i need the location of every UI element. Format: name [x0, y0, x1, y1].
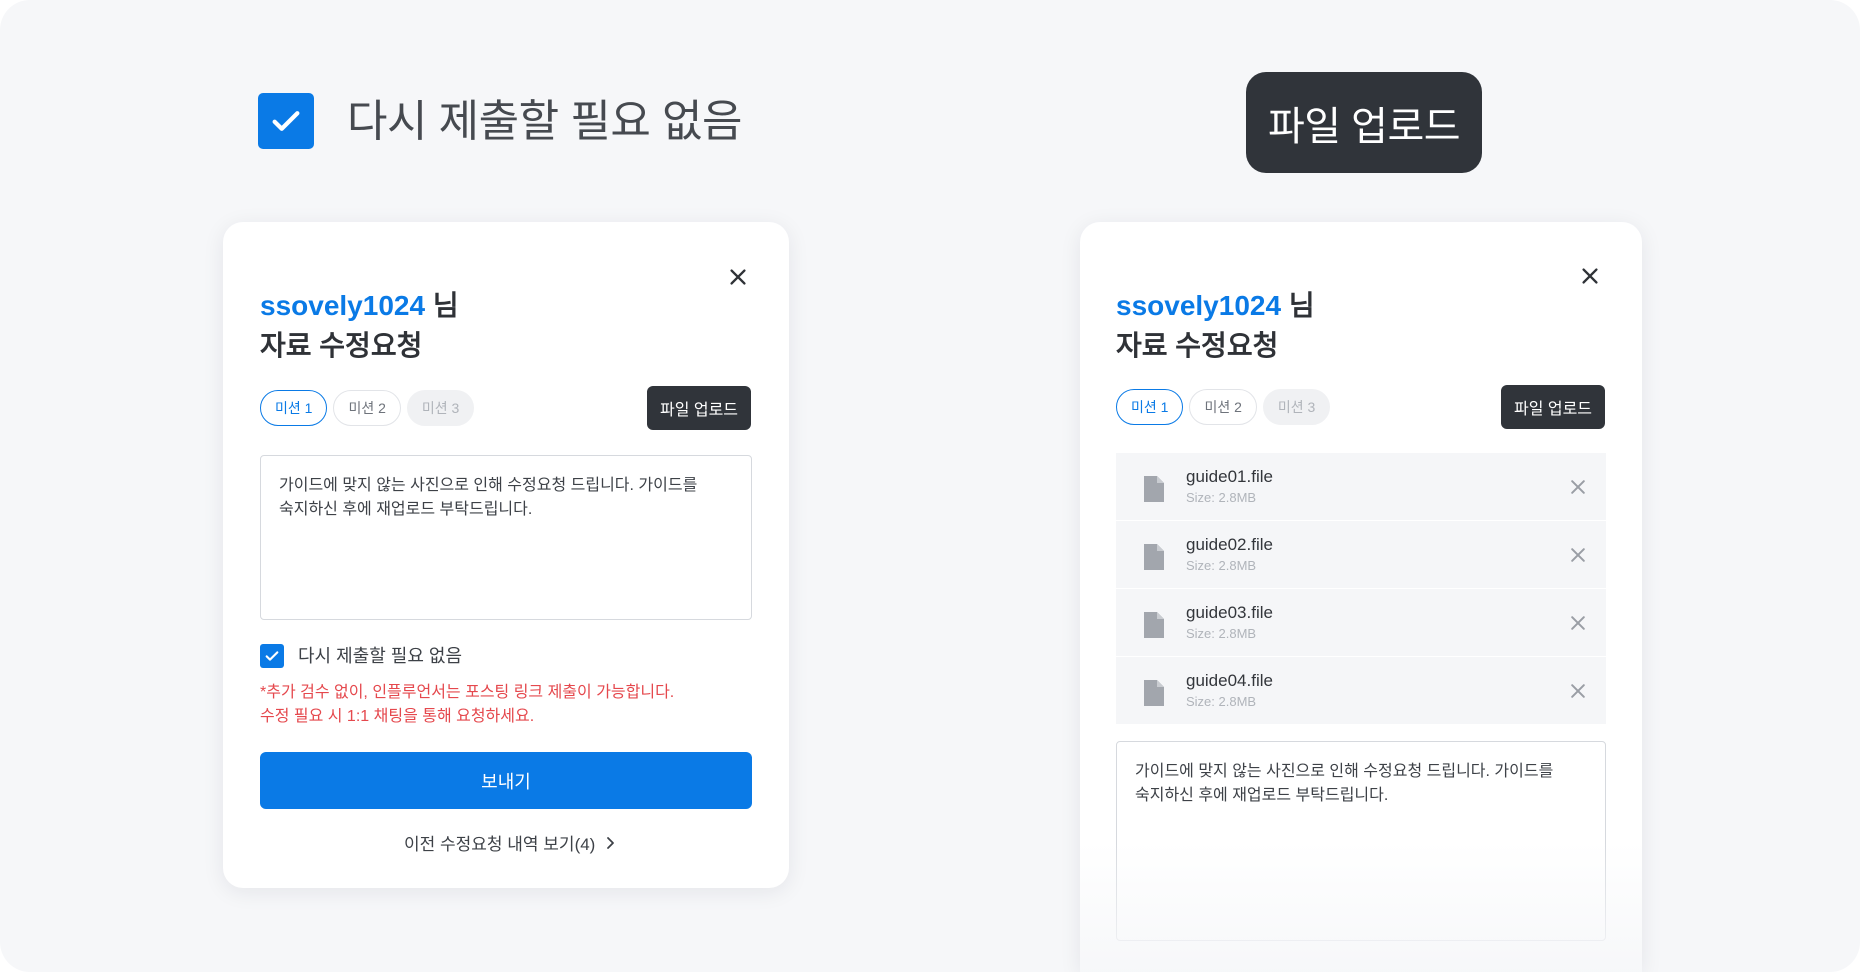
history-link-label: 이전 수정요청 내역 보기(4) — [404, 835, 596, 854]
revision-request-modal-with-files: ssovely1024 님 자료 수정요청 미션 1 미션 2 미션 3 파일 … — [1080, 222, 1642, 972]
file-size: Size: 2.8MB — [1186, 558, 1257, 573]
file-item: guide04.file Size: 2.8MB — [1116, 657, 1606, 725]
tab-mission-3: 미션 3 — [406, 390, 475, 426]
history-link[interactable]: 이전 수정요청 내역 보기(4) — [404, 830, 615, 855]
file-item: guide02.file Size: 2.8MB — [1116, 521, 1606, 589]
remove-icon[interactable] — [1568, 681, 1588, 701]
notice-line: *추가 검수 없이, 인플루언서는 포스팅 링크 제출이 가능합니다. — [260, 684, 675, 701]
send-button[interactable]: 보내기 — [260, 752, 752, 809]
tab-mission-2[interactable]: 미션 2 — [333, 390, 401, 426]
modal-subtitle: 자료 수정요청 — [1116, 330, 1279, 361]
file-size: Size: 2.8MB — [1186, 626, 1257, 641]
modal-title: ssovely1024 님 — [260, 288, 459, 324]
honorific: 님 — [432, 290, 459, 321]
tab-mission-2[interactable]: 미션 2 — [1189, 389, 1257, 425]
file-icon — [1144, 476, 1164, 502]
remove-icon[interactable] — [1568, 545, 1588, 565]
close-icon[interactable] — [727, 266, 749, 288]
chevron-right-icon — [607, 836, 615, 849]
check-icon — [272, 111, 300, 131]
file-icon — [1144, 680, 1164, 706]
file-name: guide04.file — [1186, 671, 1273, 690]
message-line: 숙지하신 후에 재업로드 부탁드립니다. — [279, 501, 533, 518]
file-upload-button[interactable]: 파일 업로드 — [647, 386, 751, 430]
tab-mission-1[interactable]: 미션 1 — [260, 390, 328, 426]
message-line: 가이드에 맞지 않는 사진으로 인해 수정요청 드립니다. 가이드를 — [279, 477, 698, 494]
showcase-checkbox[interactable] — [258, 93, 314, 149]
file-name: guide02.file — [1186, 535, 1273, 554]
remove-icon[interactable] — [1568, 613, 1588, 633]
file-upload-button[interactable]: 파일 업로드 — [1501, 385, 1605, 429]
modal-title: ssovely1024 님 — [1116, 288, 1315, 324]
check-icon — [265, 651, 279, 661]
canvas: 다시 제출할 필요 없음 파일 업로드 ssovely1024 님 자료 수정요… — [0, 0, 1860, 972]
message-textarea[interactable]: 가이드에 맞지 않는 사진으로 인해 수정요청 드립니다. 가이드를 숙지하신 … — [1116, 741, 1606, 941]
showcase-upload-button[interactable]: 파일 업로드 — [1246, 72, 1482, 173]
uploaded-file-list: guide01.file Size: 2.8MB guide02.file Si… — [1116, 453, 1606, 725]
file-name: guide01.file — [1186, 467, 1273, 486]
modal-subtitle: 자료 수정요청 — [260, 330, 423, 361]
tab-mission-1[interactable]: 미션 1 — [1116, 389, 1184, 425]
file-size: Size: 2.8MB — [1186, 490, 1257, 505]
message-line: 숙지하신 후에 재업로드 부탁드립니다. — [1135, 787, 1389, 804]
notice-text: *추가 검수 없이, 인플루언서는 포스팅 링크 제출이 가능합니다. 수정 필… — [260, 681, 674, 729]
tab-mission-3: 미션 3 — [1262, 389, 1331, 425]
mission-tabs: 미션 1 미션 2 미션 3 — [1116, 389, 1331, 425]
close-icon[interactable] — [1579, 265, 1601, 287]
no-resubmit-label: 다시 제출할 필요 없음 — [298, 646, 463, 666]
message-line: 가이드에 맞지 않는 사진으로 인해 수정요청 드립니다. 가이드를 — [1135, 763, 1554, 780]
showcase-checkbox-label: 다시 제출할 필요 없음 — [347, 97, 743, 146]
file-icon — [1144, 612, 1164, 638]
message-textarea[interactable]: 가이드에 맞지 않는 사진으로 인해 수정요청 드립니다. 가이드를 숙지하신 … — [260, 455, 752, 620]
username: ssovely1024 — [260, 290, 426, 321]
no-resubmit-checkbox[interactable] — [260, 644, 284, 668]
remove-icon[interactable] — [1568, 477, 1588, 497]
notice-line: 수정 필요 시 1:1 채팅을 통해 요청하세요. — [260, 708, 535, 725]
file-item: guide03.file Size: 2.8MB — [1116, 589, 1606, 657]
file-name: guide03.file — [1186, 603, 1273, 622]
revision-request-modal: ssovely1024 님 자료 수정요청 미션 1 미션 2 미션 3 파일 … — [223, 222, 789, 888]
mission-tabs: 미션 1 미션 2 미션 3 — [260, 390, 475, 426]
file-icon — [1144, 544, 1164, 570]
honorific: 님 — [1288, 290, 1315, 321]
username: ssovely1024 — [1116, 290, 1282, 321]
file-item: guide01.file Size: 2.8MB — [1116, 453, 1606, 521]
file-size: Size: 2.8MB — [1186, 694, 1257, 709]
